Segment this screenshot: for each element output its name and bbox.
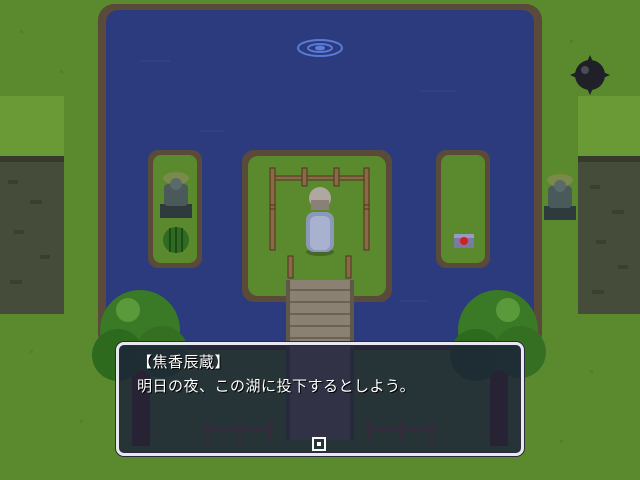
dialog-text: 明日の夜、この湖に投下するとしよう。 <box>137 377 416 395</box>
advance-text-icon[interactable] <box>312 437 326 451</box>
treasure-box-icon <box>454 234 474 248</box>
cliff-statue-icon <box>544 174 576 220</box>
character-shoko-tatsuzou <box>306 187 334 256</box>
guardian-statue-icon <box>160 172 192 218</box>
right-islet <box>436 150 490 268</box>
round-bush <box>163 227 189 253</box>
left-cliff <box>0 96 64 314</box>
message-window[interactable]: 【焦香辰蔵】 明日の夜、この湖に投下するとしよう。 <box>116 342 524 456</box>
right-cliff <box>578 96 640 314</box>
speaker-name: 【焦香辰蔵】 <box>137 353 231 371</box>
